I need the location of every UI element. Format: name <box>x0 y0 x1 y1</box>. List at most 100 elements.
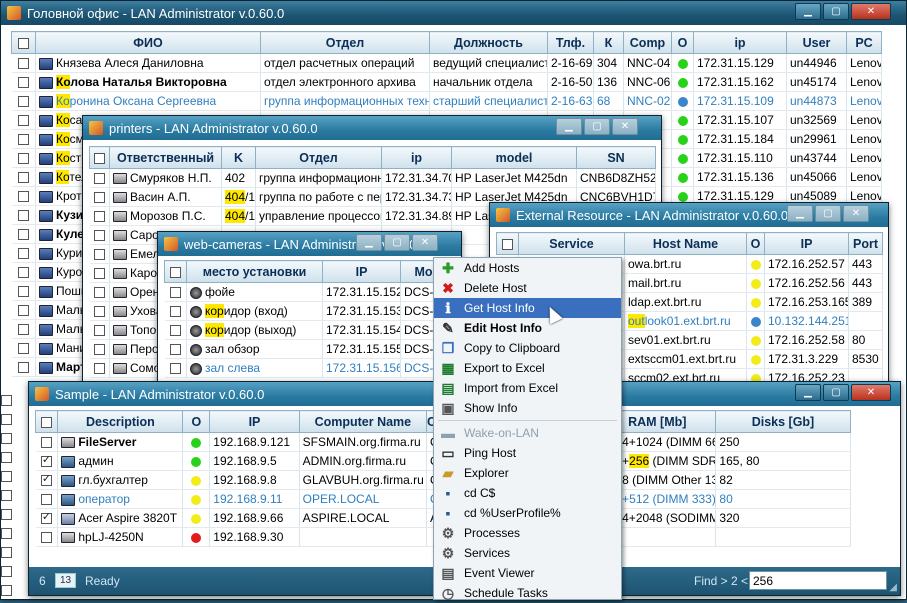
column-header[interactable]: О <box>671 31 694 54</box>
row-checkbox-cell[interactable] <box>11 129 36 149</box>
menu-item[interactable]: ▰ Explorer <box>434 463 621 483</box>
menu-item[interactable]: ❐ Copy to Clipboard <box>434 338 621 358</box>
menu-item[interactable]: ℹ Get Host Info <box>434 298 621 318</box>
row-checkbox[interactable] <box>17 324 29 336</box>
row-checkbox-cell[interactable] <box>89 358 110 378</box>
row-checkbox-cell[interactable] <box>11 148 36 168</box>
column-header[interactable]: IP <box>209 410 300 433</box>
row-checkbox[interactable] <box>1 490 12 501</box>
maximize-button[interactable]: ▢ <box>584 118 610 135</box>
row-checkbox[interactable] <box>93 211 105 223</box>
row-checkbox-cell[interactable] <box>89 339 110 359</box>
row-checkbox[interactable] <box>17 77 29 89</box>
column-header[interactable]: Отдел <box>255 146 382 169</box>
column-header[interactable]: IP <box>322 260 401 283</box>
menu-item[interactable]: ⚙ Processes <box>434 523 621 543</box>
row-checkbox-cell[interactable] <box>89 244 110 264</box>
row-checkbox-cell[interactable] <box>35 527 59 547</box>
maximize-button[interactable]: ▢ <box>384 234 410 251</box>
row-checkbox[interactable] <box>17 96 29 108</box>
select-all-checkbox[interactable] <box>11 31 36 54</box>
row-checkbox[interactable] <box>93 306 105 318</box>
menu-item[interactable]: ✖ Delete Host <box>434 278 621 298</box>
row-checkbox[interactable] <box>93 249 105 261</box>
column-header[interactable]: ip <box>693 31 787 54</box>
menu-item[interactable]: ✚ Add Hosts <box>434 258 621 278</box>
row-checkbox[interactable] <box>17 362 29 374</box>
column-header[interactable]: Computer Name <box>298 410 428 433</box>
menu-item[interactable]: ◷ Schedule Tasks <box>434 583 621 603</box>
minimize-button[interactable]: ▁ <box>795 384 821 401</box>
row-checkbox[interactable] <box>40 494 52 506</box>
row-checkbox-cell[interactable] <box>35 489 59 509</box>
row-checkbox[interactable] <box>40 532 52 544</box>
row-checkbox[interactable] <box>17 229 29 241</box>
select-all-checkbox[interactable] <box>89 146 110 169</box>
row-checkbox[interactable] <box>1 471 12 482</box>
row-checkbox[interactable] <box>17 153 29 165</box>
maximize-button[interactable]: ▢ <box>823 384 849 401</box>
close-button[interactable]: ✕ <box>412 234 438 251</box>
row-checkbox[interactable] <box>169 306 181 318</box>
row-checkbox[interactable] <box>169 344 181 356</box>
select-all-checkbox[interactable] <box>496 232 519 255</box>
row-checkbox[interactable] <box>17 115 29 127</box>
row-checkbox[interactable] <box>93 173 105 185</box>
row-checkbox-cell[interactable] <box>11 357 36 377</box>
column-header[interactable]: Description <box>57 410 184 433</box>
column-header[interactable]: O <box>182 410 211 433</box>
minimize-button[interactable]: ▁ <box>356 234 382 251</box>
main-titlebar[interactable]: Головной офис - LAN Administrator v.0.60… <box>1 1 906 25</box>
table-row[interactable]: Колова Наталья Викторовна отдел электронн… <box>11 72 882 92</box>
row-checkbox[interactable] <box>169 287 181 299</box>
column-header[interactable]: Disks [Gb] <box>715 410 851 433</box>
column-header[interactable]: Host Name <box>624 232 747 255</box>
table-row[interactable]: Князева Алеся Даниловна отдел расчетных о… <box>11 53 882 73</box>
maximize-button[interactable]: ▢ <box>823 3 849 20</box>
menu-item[interactable]: ▤ Event Viewer <box>434 563 621 583</box>
close-button[interactable]: ✕ <box>612 118 638 135</box>
menu-item[interactable]: ▪ cd %UserProfile% <box>434 503 621 523</box>
table-row[interactable]: Смуряков Н.П. 402 группа информационных172… <box>89 168 656 188</box>
close-button[interactable]: ✕ <box>843 205 869 222</box>
row-checkbox-cell[interactable] <box>11 243 36 263</box>
row-checkbox-cell[interactable] <box>89 320 110 340</box>
column-header[interactable]: SN <box>576 146 656 169</box>
row-checkbox[interactable] <box>40 453 52 468</box>
row-checkbox[interactable] <box>17 248 29 260</box>
maximize-button[interactable]: ▢ <box>815 205 841 222</box>
menu-item[interactable]: ▣ Show Info <box>434 398 621 418</box>
menu-item[interactable]: ▬ Wake-on-LAN <box>434 423 621 443</box>
row-checkbox[interactable] <box>1 585 12 596</box>
row-checkbox-cell[interactable] <box>11 91 36 111</box>
column-header[interactable]: User <box>786 31 847 54</box>
row-checkbox-cell[interactable] <box>35 451 59 471</box>
row-checkbox[interactable] <box>1 547 12 558</box>
column-header[interactable]: O <box>746 232 765 255</box>
row-checkbox[interactable] <box>40 472 52 487</box>
row-checkbox-cell[interactable] <box>11 186 36 206</box>
table-row[interactable]: фойе 172.31.15.152 DCS-932 <box>164 282 461 302</box>
table-row[interactable]: зал обзор 172.31.15.155 DCS-932 <box>164 339 461 359</box>
row-checkbox[interactable] <box>1 528 12 539</box>
menu-item[interactable]: ⚙ Services <box>434 543 621 563</box>
column-header[interactable]: PC <box>846 31 882 54</box>
column-header[interactable]: Service <box>518 232 625 255</box>
row-checkbox[interactable] <box>169 325 181 337</box>
menu-item[interactable]: ✎ Edit Host Info <box>434 318 621 338</box>
row-checkbox[interactable] <box>1 414 12 425</box>
table-row[interactable]: коридор (вход) 172.31.15.153 DCS-932 <box>164 301 461 321</box>
column-header[interactable]: Comp <box>623 31 672 54</box>
row-checkbox-cell[interactable] <box>11 262 36 282</box>
row-checkbox[interactable] <box>93 325 105 337</box>
close-button[interactable]: ✕ <box>851 3 891 20</box>
row-checkbox-cell[interactable] <box>89 282 110 302</box>
minimize-button[interactable]: ▁ <box>795 3 821 20</box>
menu-item[interactable]: ▭ Ping Host <box>434 443 621 463</box>
column-header[interactable]: IP <box>764 232 849 255</box>
row-checkbox[interactable] <box>169 363 181 375</box>
menu-item[interactable]: ▤ Import from Excel <box>434 378 621 398</box>
row-checkbox[interactable] <box>40 437 52 449</box>
column-header[interactable]: ФИО <box>35 31 261 54</box>
row-checkbox[interactable] <box>93 230 105 242</box>
